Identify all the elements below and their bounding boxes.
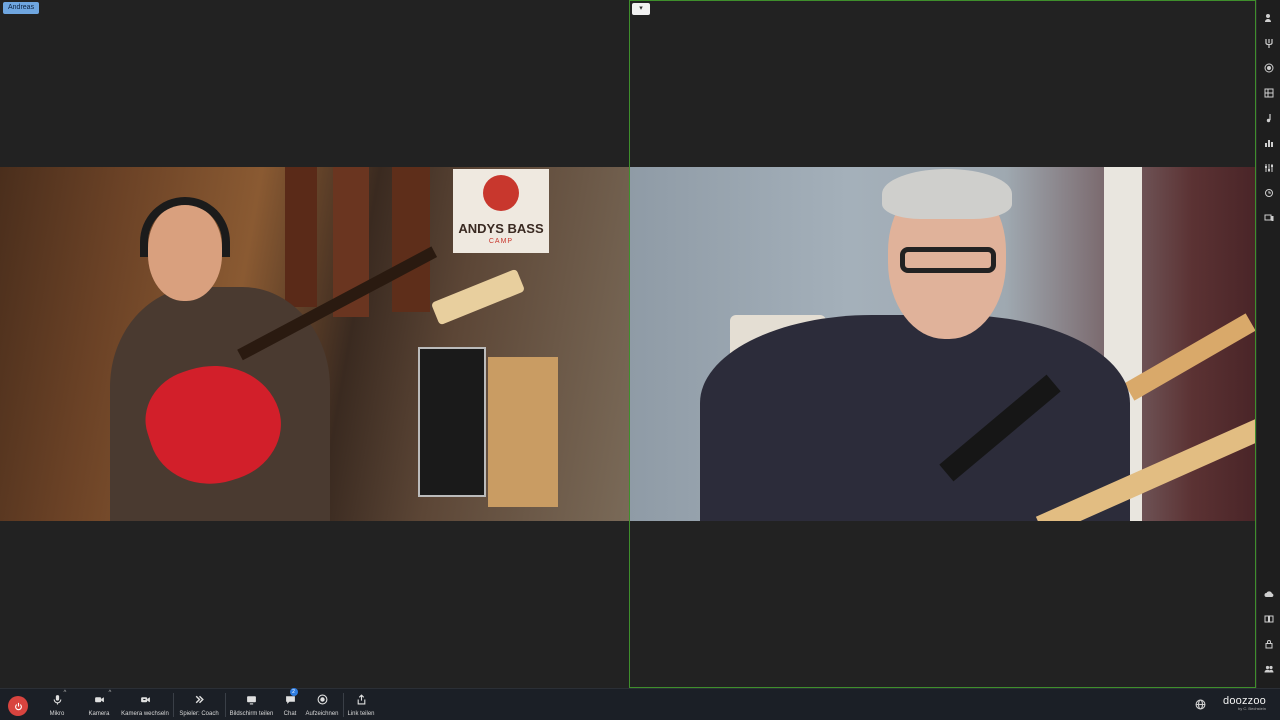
music-note-icon[interactable]	[1261, 110, 1277, 126]
level-meter-icon[interactable]	[1261, 135, 1277, 151]
camera-icon	[94, 696, 104, 702]
camera-options-caret-icon[interactable]: ^	[109, 690, 112, 696]
right-sidebar	[1256, 0, 1280, 688]
stair-rail	[1124, 313, 1255, 401]
brand-logo: doozzoo by C. Bechstein	[1223, 695, 1266, 711]
drawer-cabinet	[488, 357, 558, 507]
participant-video-andreas: ANDYS BASS CAMP	[0, 167, 629, 521]
lock-icon[interactable]	[1261, 636, 1277, 652]
decor-panel	[392, 167, 430, 312]
sign-text-line2: CAMP	[488, 238, 514, 245]
hair	[882, 169, 1012, 219]
bass-guitar-headstock	[430, 268, 526, 326]
chat-label: Chat	[283, 711, 297, 717]
chevron-down-icon: ▾	[639, 5, 643, 12]
screen-share-button[interactable]: Bildschirm teilen	[230, 692, 273, 720]
sign-logo	[483, 175, 519, 211]
devices-icon[interactable]	[1261, 210, 1277, 226]
tuner-icon[interactable]	[1261, 35, 1277, 51]
screen-share-label: Bildschirm teilen	[229, 711, 274, 717]
toolbar-separator	[343, 693, 344, 717]
headphones	[140, 197, 230, 257]
record-button[interactable]: Aufzeichnen	[305, 692, 339, 720]
globe-icon[interactable]	[1195, 699, 1206, 710]
person-right	[700, 167, 1140, 521]
end-call-button[interactable]	[8, 696, 28, 716]
camera-button[interactable]: ^ Kamera	[87, 690, 112, 720]
speaker-cabinet	[418, 347, 486, 497]
participant-tile-coach[interactable]: ▾	[629, 0, 1256, 688]
person-body	[700, 315, 1130, 521]
double-chevron-right-icon	[195, 695, 204, 703]
history-icon[interactable]	[1261, 185, 1277, 201]
record-label: Aufzeichnen	[305, 711, 339, 717]
switch-camera-button[interactable]: Kamera wechseln	[121, 692, 169, 720]
player-role-button[interactable]: Spieler: Coach	[179, 692, 219, 720]
layout-icon[interactable]	[1261, 611, 1277, 627]
sign-text-line1: ANDYS BASS	[458, 221, 544, 236]
participant-video-coach	[630, 167, 1255, 521]
mic-options-caret-icon[interactable]: ^	[64, 690, 67, 696]
player-role-label: Spieler: Coach	[179, 711, 219, 717]
glasses	[900, 247, 996, 273]
mixer-icon[interactable]	[1261, 160, 1277, 176]
bottom-toolbar: ^ Mikro ^ Kamera Kamera wechseln Spieler…	[0, 688, 1280, 720]
toolbar-separator	[225, 693, 226, 717]
wall-sign: ANDYS BASS CAMP	[453, 169, 549, 253]
chat-button[interactable]: 2 Chat	[282, 688, 298, 720]
participant-tile-andreas[interactable]: Andreas ANDYS BASS CAMP	[0, 0, 629, 688]
sheet-music-icon[interactable]	[1261, 85, 1277, 101]
toolbar-separator	[173, 693, 174, 717]
share-link-button[interactable]: Link teilen	[347, 692, 375, 720]
mic-label: Mikro	[49, 711, 65, 717]
switch-camera-icon	[140, 696, 150, 702]
share-icon	[357, 693, 365, 704]
record-icon	[317, 694, 327, 704]
participant-name-label: Andreas	[3, 2, 40, 14]
screen-share-icon	[247, 695, 256, 704]
tile-options-dropdown[interactable]: ▾	[632, 3, 650, 15]
record-dot-icon[interactable]	[1261, 60, 1277, 76]
mic-button[interactable]: ^ Mikro	[48, 690, 67, 720]
chat-unread-badge: 2	[289, 688, 298, 696]
camera-label: Kamera	[88, 711, 110, 717]
participants-icon[interactable]	[1261, 661, 1277, 677]
switch-camera-label: Kamera wechseln	[121, 711, 169, 717]
participant-edit-icon[interactable]	[1261, 10, 1277, 26]
share-link-label: Link teilen	[347, 711, 375, 717]
power-icon	[14, 702, 22, 710]
video-call-app: Andreas ANDYS BASS CAMP ▾ ^ Mikro ^ Kame…	[0, 0, 1280, 720]
cloud-icon[interactable]	[1261, 586, 1277, 602]
microphone-icon	[53, 694, 61, 704]
